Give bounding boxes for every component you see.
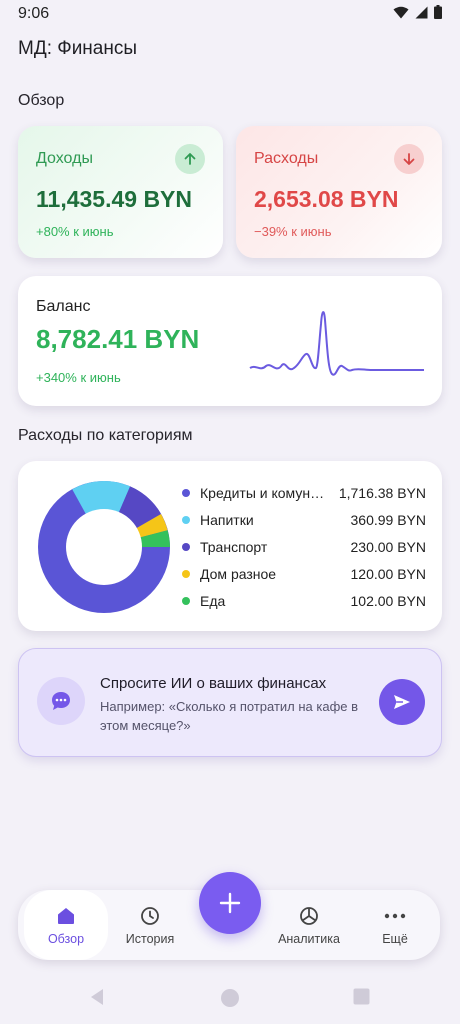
expenses-change: −39% к июнь <box>254 224 332 239</box>
legend-item[interactable]: Напитки 360.99 BYN <box>182 506 426 533</box>
legend-value: 1,716.38 BYN <box>338 484 426 501</box>
legend-value: 102.00 BYN <box>350 592 427 609</box>
income-label: Доходы <box>36 150 93 167</box>
expense-donut-chart <box>38 481 170 613</box>
legend-name: Еда <box>200 592 226 609</box>
legend-dot <box>182 569 190 578</box>
legend-value: 360.99 BYN <box>350 511 427 528</box>
legend-item[interactable]: Транспорт 230.00 BYN <box>182 533 426 560</box>
balance-amount: 8,782.41 BYN <box>36 324 200 354</box>
categories-card: Кредиты и комун… 1,716.38 BYN Напитки 36… <box>18 461 442 631</box>
categories-section-title: Расходы по категориям <box>18 427 193 444</box>
home-circle-icon[interactable] <box>220 988 240 1008</box>
system-navigation-bar <box>0 980 460 1024</box>
nav-label-analytics: Аналитика <box>278 932 340 946</box>
pie-chart-icon <box>299 904 319 928</box>
clock-icon <box>140 904 160 928</box>
expenses-amount: 2,653.08 BYN <box>254 186 399 212</box>
balance-change: +340% к июнь <box>36 370 121 385</box>
more-dots-icon <box>384 904 406 928</box>
nav-label-history: История <box>125 932 175 946</box>
balance-label: Баланс <box>36 298 91 315</box>
nav-tab-more[interactable]: Ещё <box>356 890 434 960</box>
nav-tab-overview[interactable]: Обзор <box>24 890 108 960</box>
income-amount: 11,435.49 BYN <box>36 186 193 212</box>
legend-value: 120.00 BYN <box>350 565 427 582</box>
status-bar: 9:06 <box>0 0 460 28</box>
overview-section-title: Обзор <box>18 92 65 109</box>
expenses-card[interactable]: Расходы 2,653.08 BYN −39% к июнь <box>236 126 442 258</box>
legend-value: 230.00 BYN <box>350 538 427 555</box>
income-change: +80% к июнь <box>36 224 114 239</box>
expenses-label: Расходы <box>254 150 319 167</box>
app-title: МД: Финансы <box>18 38 138 59</box>
legend-dot <box>182 488 190 497</box>
balance-sparkline <box>249 311 424 376</box>
nav-label-overview: Обзор <box>47 932 85 946</box>
send-button[interactable] <box>379 679 425 725</box>
legend-item[interactable]: Дом разное 120.00 BYN <box>182 560 426 587</box>
legend-dot <box>182 542 190 551</box>
nav-tab-analytics[interactable]: Аналитика <box>268 890 350 960</box>
plus-icon <box>219 892 241 914</box>
status-icons <box>393 5 442 19</box>
balance-card[interactable]: Баланс 8,782.41 BYN +340% к июнь <box>18 276 442 406</box>
ai-assistant-card[interactable]: Спросите ИИ о ваших финансах Например: «… <box>18 648 442 757</box>
signal-icon <box>415 6 428 18</box>
nav-label-more: Ещё <box>382 932 408 946</box>
home-icon <box>56 904 76 928</box>
arrow-up-icon <box>175 144 205 174</box>
income-card[interactable]: Доходы 11,435.49 BYN +80% к июнь <box>18 126 223 258</box>
battery-icon <box>434 5 442 19</box>
ai-card-hint: Например: «Сколько я потратил на кафе в … <box>100 699 359 733</box>
ai-card-title: Спросите ИИ о ваших финансах <box>100 675 327 692</box>
category-legend: Кредиты и комун… 1,716.38 BYN Напитки 36… <box>182 479 426 614</box>
chat-bubble-icon <box>37 677 85 725</box>
legend-name: Напитки <box>200 511 254 528</box>
legend-item[interactable]: Кредиты и комун… 1,716.38 BYN <box>182 479 426 506</box>
status-time: 9:06 <box>18 5 50 22</box>
add-transaction-button[interactable] <box>199 872 261 934</box>
legend-name: Дом разное <box>200 565 277 582</box>
legend-dot <box>182 596 190 605</box>
back-icon[interactable] <box>88 988 106 1006</box>
recents-icon[interactable] <box>353 988 370 1005</box>
legend-item[interactable]: Еда 102.00 BYN <box>182 587 426 614</box>
arrow-down-icon <box>394 144 424 174</box>
send-icon <box>394 695 410 709</box>
legend-dot <box>182 515 190 524</box>
wifi-icon <box>393 6 409 18</box>
nav-tab-history[interactable]: История <box>110 890 190 960</box>
legend-name: Транспорт <box>200 538 268 555</box>
legend-name: Кредиты и комун… <box>200 484 325 501</box>
